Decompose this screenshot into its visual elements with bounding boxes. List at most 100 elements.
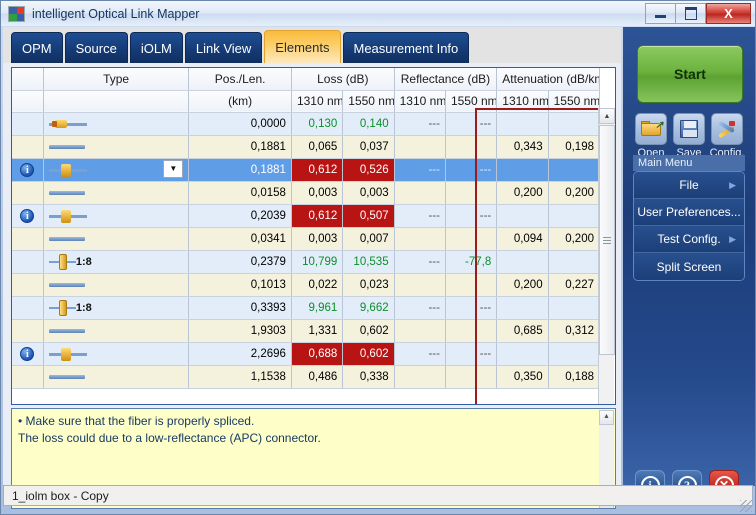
table-row[interactable]: 1,1538 0,486 0,338 0,350 0,188: [12, 365, 601, 389]
row-info-cell: [12, 135, 44, 159]
config-button[interactable]: Config.: [710, 113, 744, 159]
row-reflectance-1550-cell: -77,8: [445, 250, 498, 274]
maximize-icon: [684, 7, 697, 20]
table-row[interactable]: i 0,2039 0,612 0,507 --- ---: [12, 204, 601, 228]
fiber-section-icon: [48, 320, 85, 342]
subheader-att-1310: 1310 nm: [496, 90, 549, 113]
row-attenuation-1310-cell: 0,350: [496, 365, 549, 389]
application-window: intelligent Optical Link Mapper X OPM Sou…: [0, 0, 756, 515]
row-info-cell: [12, 250, 44, 274]
table-row[interactable]: i ▼ 0,1881 0,612 0,526 --- ---: [12, 158, 601, 182]
scroll-up-arrow-icon[interactable]: ▲: [599, 108, 615, 124]
splitter-icon: 1:8: [48, 251, 92, 273]
menu-item-label: User Preferences...: [637, 205, 741, 219]
splice-icon: [48, 343, 87, 365]
scroll-thumb[interactable]: [599, 125, 615, 355]
row-reflectance-1310-cell: [394, 181, 446, 205]
row-info-cell[interactable]: i: [12, 342, 44, 366]
splice-icon: [48, 205, 87, 227]
fiber-section-icon: [48, 182, 85, 204]
table-row[interactable]: 0,1881 0,065 0,037 0,343 0,198: [12, 135, 601, 159]
menu-item-user-preferences[interactable]: User Preferences...: [634, 199, 744, 226]
row-reflectance-1550-cell: ---: [445, 112, 498, 136]
tab-opm[interactable]: OPM: [11, 32, 63, 63]
scroll-grip-icon: [603, 236, 611, 244]
row-info-cell: [12, 181, 44, 205]
row-info-cell[interactable]: i: [12, 204, 44, 228]
menu-item-split-screen[interactable]: Split Screen: [634, 253, 744, 280]
tab-link-view[interactable]: Link View: [184, 32, 263, 63]
header-type: Type: [43, 68, 190, 91]
open-button-surface[interactable]: ↗: [635, 113, 667, 145]
row-loss-1550-cell: 0,023: [342, 273, 395, 297]
minimize-button[interactable]: [645, 3, 676, 24]
menu-item-label: Test Config.: [657, 232, 721, 246]
row-position-cell: 0,0341: [188, 227, 292, 251]
chevron-right-icon: ▶: [729, 233, 736, 244]
row-loss-1550-cell: 0,140: [342, 112, 395, 136]
row-attenuation-1550-cell: 0,227: [548, 273, 601, 297]
row-loss-1550-cell: 9,662: [342, 296, 395, 320]
start-button[interactable]: Start: [637, 45, 743, 103]
fiber-section-icon: [48, 366, 85, 388]
table-row[interactable]: 0,0158 0,003 0,003 0,200 0,200: [12, 181, 601, 205]
row-loss-1310-cell: 0,065: [291, 135, 344, 159]
row-loss-1550-cell: 0,037: [342, 135, 395, 159]
tab-iolm[interactable]: iOLM: [129, 32, 183, 63]
table-row[interactable]: i 2,2696 0,688 0,602 --- ---: [12, 342, 601, 366]
floppy-disk-icon: [680, 120, 698, 138]
row-attenuation-1310-cell: 0,200: [496, 273, 549, 297]
tab-source[interactable]: Source: [64, 32, 128, 63]
row-attenuation-1550-cell: [548, 342, 601, 366]
row-loss-1310-cell: 0,022: [291, 273, 344, 297]
row-attenuation-1550-cell: [548, 204, 601, 228]
close-window-button[interactable]: X: [706, 3, 751, 24]
table-row[interactable]: 1,9303 1,331 0,602 0,685 0,312: [12, 319, 601, 343]
info-icon[interactable]: i: [20, 162, 35, 177]
row-position-cell: 0,1881: [188, 135, 292, 159]
menu-item-file[interactable]: File ▶: [634, 172, 744, 199]
splitter-ratio-label: 1:8: [75, 255, 92, 268]
info-icon[interactable]: i: [20, 208, 35, 223]
table-sub-header-row: (km) 1310 nm 1550 nm 1310 nm 1550 nm 131…: [12, 90, 601, 113]
table-row[interactable]: 0,0341 0,003 0,007 0,094 0,200: [12, 227, 601, 251]
row-type-cell: 1:8: [43, 250, 190, 274]
status-bar: 1_iolm box - Copy: [3, 485, 753, 506]
row-type-cell: [43, 273, 190, 297]
table-row[interactable]: 1:8 0,2379 10,799 10,535 --- -77,8: [12, 250, 601, 274]
subheader-refl-1550: 1550 nm: [445, 90, 498, 113]
table-row[interactable]: 0,0000 0,130 0,140 --- ---: [12, 112, 601, 136]
subheader-refl-1310: 1310 nm: [394, 90, 446, 113]
row-dropdown-button[interactable]: ▼: [163, 159, 184, 178]
row-type-cell: [43, 135, 190, 159]
row-loss-1310-cell: 0,003: [291, 181, 344, 205]
fiber-section-icon: [48, 274, 85, 296]
window-title: intelligent Optical Link Mapper: [32, 6, 200, 21]
info-icon[interactable]: i: [20, 346, 35, 361]
header-loss: Loss (dB): [291, 68, 395, 91]
row-attenuation-1310-cell: 0,200: [496, 181, 549, 205]
tab-elements[interactable]: Elements: [264, 30, 341, 63]
row-loss-1550-cell: 0,003: [342, 181, 395, 205]
open-button[interactable]: ↗ Open: [635, 113, 667, 159]
table-header: Type Pos./Len. Loss (dB) Reflectance (dB…: [12, 68, 601, 113]
row-loss-1310-cell: 0,612: [291, 204, 344, 228]
row-info-cell: [12, 365, 44, 389]
row-attenuation-1310-cell: [496, 112, 549, 136]
row-info-cell[interactable]: i: [12, 158, 44, 182]
save-button[interactable]: Save: [673, 113, 705, 159]
save-button-surface[interactable]: [673, 113, 705, 145]
message-scroll-up-icon[interactable]: ▲: [599, 410, 614, 425]
row-attenuation-1310-cell: [496, 158, 549, 182]
row-loss-1310-cell: 0,486: [291, 365, 344, 389]
status-bar-text: 1_iolm box - Copy: [12, 488, 109, 503]
table-row[interactable]: 0,1013 0,022 0,023 0,200 0,227: [12, 273, 601, 297]
resize-grip-icon[interactable]: [740, 500, 752, 512]
tab-measurement-info[interactable]: Measurement Info: [342, 32, 470, 63]
table-row[interactable]: 1:8 0,3393 9,961 9,662 --- ---: [12, 296, 601, 320]
menu-item-test-config[interactable]: Test Config. ▶: [634, 226, 744, 253]
maximize-button[interactable]: [676, 3, 706, 24]
table-scrollbar[interactable]: ▲ ▼: [598, 108, 615, 404]
config-button-surface[interactable]: [711, 113, 743, 145]
table-body: 0,0000 0,130 0,140 --- --- 0,1881 0,065 0,037 0,…: [12, 112, 601, 389]
